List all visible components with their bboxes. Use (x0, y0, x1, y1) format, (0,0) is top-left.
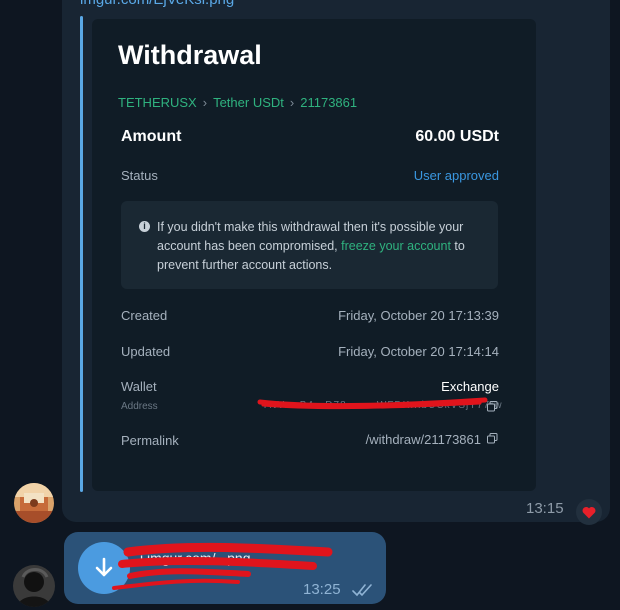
message-time: 13:15 (526, 500, 564, 517)
double-check-icon (352, 584, 372, 597)
message-link[interactable]: imgur.com/EjVeKsi.png (80, 0, 234, 8)
permalink-label: Permalink (121, 433, 179, 448)
link-preview-accent-bar (80, 16, 83, 492)
chevron-right-icon: › (202, 95, 208, 110)
permalink-value[interactable]: /withdraw/21173861 (366, 432, 481, 447)
status-value: User approved (413, 168, 499, 183)
info-icon: i (139, 221, 150, 232)
download-button[interactable] (78, 542, 130, 594)
freeze-account-link[interactable]: freeze your account (341, 239, 451, 253)
created-value: Friday, October 20 17:13:39 (338, 308, 499, 323)
breadcrumb-item-id: 21173861 (300, 95, 358, 110)
page-title: Withdrawal (118, 40, 262, 70)
updated-label: Updated (121, 344, 171, 359)
heart-icon (582, 506, 596, 518)
file-name: i.imgur.com/...png (140, 550, 251, 566)
breadcrumb-item-currency: TETHERUSX (118, 95, 197, 110)
address-value: TNVr...B4...D78........WFDK...bUCkVSjY77… (262, 400, 503, 411)
address-label: Address (121, 401, 158, 412)
wallet-label: Wallet (121, 379, 157, 394)
arrow-down-icon (95, 557, 113, 577)
breadcrumb: TETHERUSX › Tether USDt › 21173861 (118, 95, 357, 110)
avatar[interactable] (13, 565, 55, 607)
amount-value: 60.00 USDt (415, 128, 499, 145)
updated-value: Friday, October 20 17:14:14 (338, 344, 499, 359)
breadcrumb-item-asset: Tether USDt (213, 95, 284, 110)
status-label: Status (121, 168, 158, 183)
security-notice-text: If you didn't make this withdrawal then … (157, 218, 492, 275)
amount-label: Amount (121, 128, 182, 145)
chevron-right-icon: › (289, 95, 295, 110)
copy-permalink-icon[interactable] (487, 433, 498, 444)
copy-address-icon[interactable] (487, 401, 498, 412)
wallet-value: Exchange (441, 379, 499, 394)
reaction-heart[interactable] (576, 499, 602, 525)
created-label: Created (121, 308, 168, 323)
message-time: 13:25 (303, 581, 341, 598)
avatar[interactable] (14, 483, 54, 523)
